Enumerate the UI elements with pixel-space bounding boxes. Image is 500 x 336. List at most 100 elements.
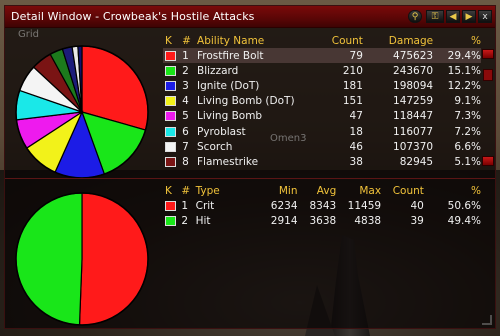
ability-damage: 198094 — [393, 79, 434, 92]
key-icon[interactable]: ⚿ — [426, 10, 444, 23]
abilities-table: K # Ability Name Count Damage % 1 Frostfi… — [163, 34, 481, 170]
ability-damage: 243670 — [393, 64, 434, 77]
grid-label: Grid — [18, 29, 39, 40]
col-k-header[interactable]: K — [163, 34, 182, 48]
ability-name: Pyroblast — [197, 125, 246, 138]
ability-row[interactable]: 3 Ignite (DoT) 181 198094 12.2% — [163, 78, 481, 93]
ability-row[interactable]: 6 Pyroblast 18 116077 7.2% — [163, 124, 481, 139]
color-swatch — [165, 65, 176, 76]
magnifier-icon[interactable]: ⚲ — [408, 10, 422, 23]
arrow-right-icon[interactable]: ▶ — [462, 10, 476, 23]
col-damage-header[interactable]: Damage — [363, 34, 433, 48]
ability-row[interactable]: 7 Scorch 46 107370 6.6% — [163, 139, 481, 154]
hit-type: Crit — [195, 199, 215, 212]
hits-pie-chart — [15, 192, 149, 326]
hit-row[interactable]: 1 Crit 6234 8343 11459 40 50.6% — [163, 198, 481, 213]
pie-slice — [15, 192, 83, 326]
row-number: 8 — [182, 155, 189, 168]
color-swatch — [165, 156, 176, 167]
color-swatch-cell — [163, 109, 182, 124]
col-max-header[interactable]: Max — [336, 184, 381, 198]
ability-count: 46 — [349, 140, 363, 153]
hit-row[interactable]: 2 Hit 2914 3638 4838 39 49.4% — [163, 213, 481, 228]
title-bar[interactable]: Detail Window - Crowbeak's Hostile Attac… — [5, 6, 495, 28]
color-swatch — [165, 50, 176, 61]
ability-percent: 15.1% — [447, 64, 481, 77]
col-pct-header[interactable]: % — [424, 184, 481, 198]
ability-row[interactable]: 2 Blizzard 210 243670 15.1% — [163, 63, 481, 78]
hit-min: 2914 — [270, 214, 298, 227]
row-number: 2 — [182, 64, 189, 77]
color-swatch-cell — [163, 198, 181, 213]
scroll-thumb[interactable] — [483, 69, 493, 81]
hit-percent: 49.4% — [447, 214, 481, 227]
ability-damage: 116077 — [393, 125, 434, 138]
ability-row[interactable]: 5 Living Bomb 47 118447 7.3% — [163, 109, 481, 124]
ability-row[interactable]: 1 Frostfire Bolt 79 475623 29.4% — [163, 48, 481, 64]
ability-percent: 7.2% — [454, 125, 481, 138]
ability-percent: 12.2% — [447, 79, 481, 92]
color-swatch — [165, 141, 176, 152]
arrow-left-icon[interactable]: ◀ — [446, 10, 460, 23]
ability-count: 47 — [349, 110, 363, 123]
ability-name: Living Bomb (DoT) — [197, 95, 295, 108]
ability-count: 18 — [349, 125, 363, 138]
col-type-header[interactable]: Type — [196, 184, 259, 198]
color-swatch — [165, 111, 176, 122]
ability-percent: 5.1% — [454, 155, 481, 168]
ability-damage: 475623 — [362, 48, 434, 64]
ability-percent: 29.4% — [433, 48, 481, 64]
ability-name: Blizzard — [197, 64, 239, 77]
scroll-up-button[interactable] — [482, 49, 494, 59]
row-number: 2 — [181, 214, 189, 227]
row-number: 7 — [182, 140, 189, 153]
hits-table: K # Type Min Avg Max Count % 1 Crit 6234 83… — [163, 184, 481, 228]
col-pct-header[interactable]: % — [433, 34, 481, 48]
ability-row[interactable]: 8 Flamestrike 38 82945 5.1% — [163, 154, 481, 169]
row-number: 3 — [182, 79, 189, 92]
col-count-header[interactable]: Count — [381, 184, 424, 198]
hit-max: 11459 — [347, 199, 382, 212]
close-button[interactable]: x — [478, 10, 492, 23]
ability-damage: 118447 — [393, 110, 434, 123]
ability-damage: 147259 — [393, 95, 434, 108]
detail-window[interactable]: Detail Window - Crowbeak's Hostile Attac… — [4, 5, 496, 329]
hit-count: 39 — [410, 214, 424, 227]
col-name-header[interactable]: Ability Name — [197, 34, 314, 48]
window-title: Detail Window - Crowbeak's Hostile Attac… — [11, 10, 255, 23]
ability-count: 79 — [314, 48, 363, 64]
col-k-header[interactable]: K — [163, 184, 181, 198]
color-swatch — [165, 126, 176, 137]
row-number: 4 — [182, 95, 189, 108]
color-swatch-cell — [163, 154, 182, 169]
col-num-header[interactable]: # — [181, 184, 195, 198]
hit-avg: 8343 — [309, 199, 337, 212]
abilities-header-row: K # Ability Name Count Damage % — [163, 34, 481, 48]
ability-name: Living Bomb — [197, 110, 263, 123]
ability-percent: 9.1% — [454, 95, 481, 108]
ability-count: 210 — [342, 64, 363, 77]
ability-row[interactable]: 4 Living Bomb (DoT) 151 147259 9.1% — [163, 94, 481, 109]
ability-percent: 7.3% — [454, 110, 481, 123]
hit-max: 4838 — [354, 214, 382, 227]
hit-min: 6234 — [270, 199, 298, 212]
abilities-scrollbar[interactable] — [481, 49, 495, 171]
color-swatch — [165, 96, 176, 107]
hit-type: Hit — [195, 214, 211, 227]
col-avg-header[interactable]: Avg — [298, 184, 336, 198]
resize-grip[interactable] — [482, 315, 492, 325]
hit-percent: 50.6% — [447, 199, 481, 212]
color-swatch — [165, 80, 176, 91]
color-swatch-cell — [163, 213, 181, 228]
hit-avg: 3638 — [309, 214, 337, 227]
row-number: 1 — [181, 199, 189, 212]
ability-count: 38 — [349, 155, 363, 168]
abilities-pie-chart — [15, 45, 149, 179]
col-num-header[interactable]: # — [182, 34, 197, 48]
col-count-header[interactable]: Count — [314, 34, 363, 48]
col-min-header[interactable]: Min — [259, 184, 298, 198]
scroll-down-button[interactable] — [482, 156, 494, 166]
hit-count: 40 — [410, 199, 424, 212]
hits-header-row: K # Type Min Avg Max Count % — [163, 184, 481, 198]
section-divider — [5, 178, 495, 179]
